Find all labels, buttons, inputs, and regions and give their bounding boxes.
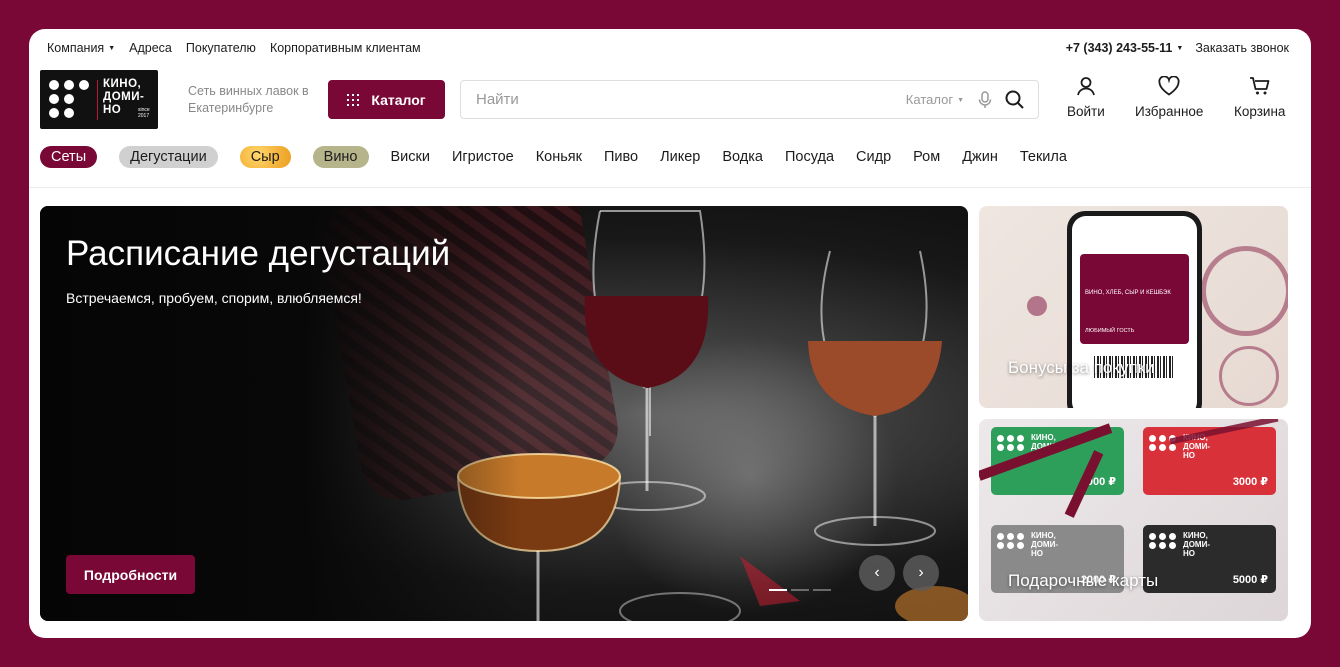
login-label: Войти <box>1067 104 1105 119</box>
microphone-icon[interactable] <box>978 90 992 109</box>
wine-stain-decor <box>1201 246 1288 336</box>
topbar-link-company[interactable]: Компания ▼ <box>47 41 115 55</box>
search-icon[interactable] <box>1005 90 1024 109</box>
nav-item-vodka[interactable]: Водка <box>722 149 763 165</box>
nav-item-liqueur[interactable]: Ликер <box>660 149 700 165</box>
logo-dot-empty <box>79 108 89 118</box>
catalog-button-label: Каталог <box>371 91 426 108</box>
phone-number-label: +7 (343) 243-55-11 <box>1065 41 1173 55</box>
logo-dot <box>49 80 59 90</box>
nav-pill-cheese[interactable]: Сыр <box>239 146 291 168</box>
logo-dot <box>49 108 59 118</box>
nav-item-sparkling[interactable]: Игристое <box>452 149 514 165</box>
chevron-down-icon: ▼ <box>108 45 116 53</box>
nav-item-beer[interactable]: Пиво <box>604 149 638 165</box>
favorites-button[interactable]: Избранное <box>1135 76 1203 119</box>
chevron-down-icon: ▼ <box>957 97 964 105</box>
cart-button[interactable]: Корзина <box>1234 76 1285 119</box>
tagline: Сеть винных лавок в Екатеринбурге <box>188 84 309 115</box>
chevron-right-icon[interactable]: › <box>903 555 939 591</box>
topbar-link-corporate[interactable]: Корпоративным клиентам <box>270 41 421 55</box>
search-scope-select[interactable]: Каталог ▼ <box>906 92 964 107</box>
nav-item-tequila[interactable]: Текила <box>1020 149 1067 165</box>
topbar-link-company-label: Компания <box>47 41 105 55</box>
phone-screen-guest: ЛЮБИМЫЙ ГОСТЬ <box>1085 328 1135 334</box>
logo[interactable]: КИНО, ДОМИ- НО since 2017 <box>40 70 158 129</box>
hero-banner[interactable]: Расписание дегустаций Встречаемся, пробу… <box>40 206 968 621</box>
phone-number[interactable]: +7 (343) 243-55-11 ▼ <box>1066 41 1184 55</box>
logo-since: since 2017 <box>138 107 150 119</box>
user-icon <box>1077 77 1095 96</box>
nav-item-gin[interactable]: Джин <box>962 149 998 165</box>
logo-dot <box>64 94 74 104</box>
header-divider <box>29 187 1311 188</box>
topbar-contacts: +7 (343) 243-55-11 ▼ Заказать звонок <box>1066 41 1289 55</box>
grid-icon <box>347 93 360 106</box>
nav-pill-sets[interactable]: Сеты <box>40 146 98 168</box>
category-nav: Сеты Дегустации Сыр Вино Виски Игристое … <box>40 146 1089 168</box>
hero-details-button[interactable]: Подробности <box>66 555 195 594</box>
nav-item-cider[interactable]: Сидр <box>856 149 891 165</box>
heart-icon <box>1158 76 1180 96</box>
chevron-down-icon: ▼ <box>1176 45 1184 53</box>
logo-dot-empty <box>79 94 89 104</box>
catalog-button[interactable]: Каталог <box>328 80 445 119</box>
favorites-label: Избранное <box>1135 104 1204 119</box>
nav-item-whisky[interactable]: Виски <box>391 149 430 165</box>
gift-card-image: КИНО, ДОМИ- НО 5000 ₽ <box>1143 525 1276 593</box>
search-scope-label: Каталог <box>905 92 954 107</box>
promo-caption-gift-cards: Подарочные карты <box>1008 571 1159 590</box>
logo-dot <box>64 80 74 90</box>
search-field[interactable]: Найти Каталог ▼ <box>460 80 1039 119</box>
phone-screen: ВИНО, ХЛЕБ, СЫР И КЕШБЭК ЛЮБИМЫЙ ГОСТЬ <box>1072 216 1197 408</box>
promo-card-bonuses[interactable]: ВИНО, ХЛЕБ, СЫР И КЕШБЭК ЛЮБИМЫЙ ГОСТЬ Б… <box>979 206 1288 408</box>
phone-mockup-image: ВИНО, ХЛЕБ, СЫР И КЕШБЭК ЛЮБИМЫЙ ГОСТЬ <box>1067 211 1202 408</box>
carousel-indicators <box>769 589 831 591</box>
logo-line: КИНО, <box>103 78 142 90</box>
nav-item-glassware[interactable]: Посуда <box>785 149 834 165</box>
gift-card-amount: 3000 ₽ <box>1232 476 1268 488</box>
nav-pill-tastings[interactable]: Дегустации <box>119 146 218 168</box>
search-input[interactable]: Найти <box>476 91 906 108</box>
carousel-dot[interactable] <box>791 589 809 591</box>
cart-icon <box>1249 77 1270 95</box>
callback-link[interactable]: Заказать звонок <box>1195 41 1289 55</box>
wine-stain-decor <box>1027 296 1047 316</box>
cart-label: Корзина <box>1234 104 1286 119</box>
nav-item-rum[interactable]: Ром <box>913 149 940 165</box>
wine-stain-decor <box>1219 346 1279 406</box>
logo-dots <box>49 80 89 118</box>
logo-dot <box>49 94 59 104</box>
hero-subtitle: Встречаемся, пробуем, спорим, влюбляемся… <box>66 290 362 306</box>
nav-pill-wine[interactable]: Вино <box>312 146 369 168</box>
topbar-link-addresses[interactable]: Адреса <box>129 41 172 55</box>
logo-dot <box>64 108 74 118</box>
logo-dot <box>79 80 89 90</box>
carousel-dot[interactable] <box>769 589 787 591</box>
gift-card-image: КИНО,ДОМИ-НО 3000 ₽ <box>1143 427 1276 495</box>
gift-card-amount: 5000 ₽ <box>1232 574 1268 586</box>
logo-line: ДОМИ- <box>103 91 145 103</box>
top-bar: Компания ▼ Адреса Покупателю Корпоративны… <box>47 40 1289 56</box>
chevron-left-icon[interactable]: ‹ <box>859 555 895 591</box>
login-button[interactable]: Войти <box>1067 76 1105 119</box>
nav-item-cognac[interactable]: Коньяк <box>536 149 582 165</box>
carousel-dot[interactable] <box>813 589 831 591</box>
phone-screen-heading: ВИНО, ХЛЕБ, СЫР И КЕШБЭК <box>1085 290 1171 296</box>
loyalty-card-image: ВИНО, ХЛЕБ, СЫР И КЕШБЭК ЛЮБИМЫЙ ГОСТЬ <box>1080 254 1189 344</box>
promo-caption-bonuses: Бонусы за покупки <box>1008 358 1155 377</box>
hero-title: Расписание дегустаций <box>66 234 451 273</box>
topbar-link-customer[interactable]: Покупателю <box>186 41 256 55</box>
logo-divider <box>97 80 98 120</box>
page-card: Компания ▼ Адреса Покупателю Корпоративны… <box>29 29 1311 638</box>
promo-card-gift-cards[interactable]: КИНО,ДОМИ-НО 1000 ₽ КИНО,ДОМИ-НО 3000 ₽ … <box>979 419 1288 621</box>
